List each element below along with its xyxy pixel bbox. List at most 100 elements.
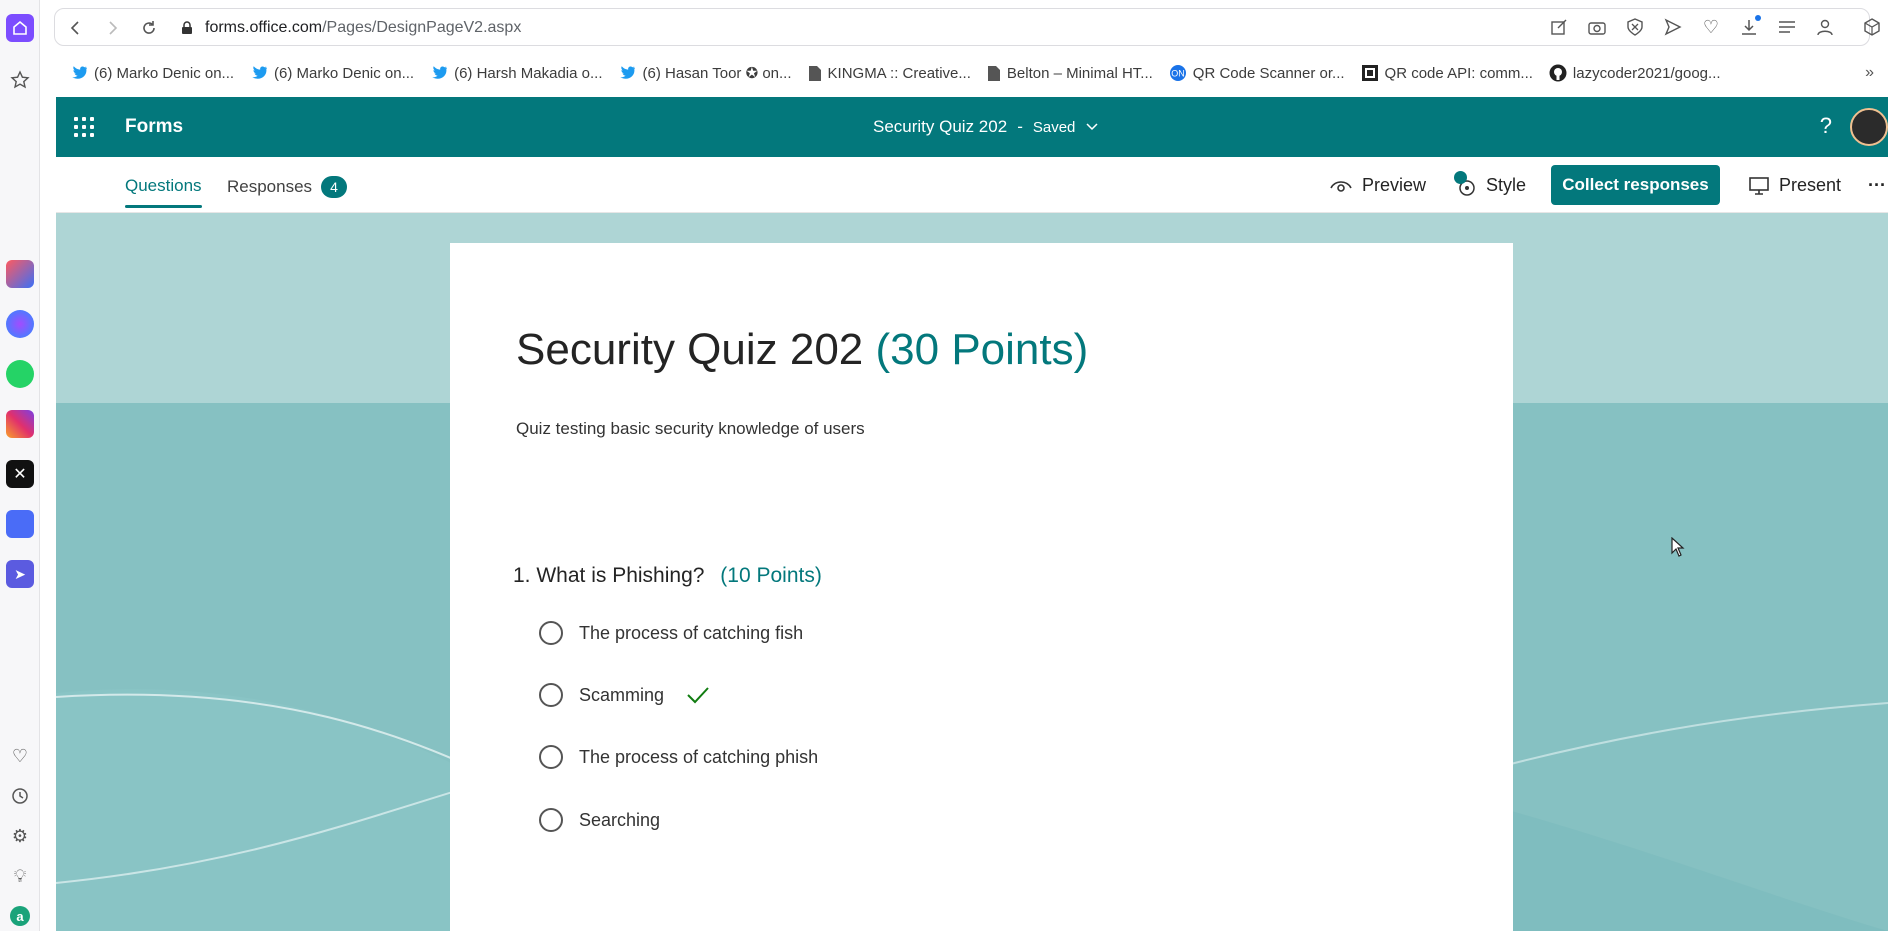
- send-app-icon[interactable]: ➤: [6, 560, 34, 588]
- address-bar[interactable]: forms.office.com/Pages/DesignPageV2.aspx…: [54, 8, 1870, 46]
- radio-button[interactable]: [539, 621, 563, 645]
- radio-button[interactable]: [539, 745, 563, 769]
- mouse-cursor-icon: [1671, 537, 1685, 557]
- aria-app-icon[interactable]: [6, 260, 34, 288]
- lock-icon[interactable]: [177, 18, 197, 38]
- answer-option[interactable]: The process of catching phish: [539, 745, 818, 769]
- browser-sidebar: ✕ ➤ ♡ ⚙ 💡︎ a: [0, 0, 40, 931]
- bookmark-item[interactable]: (6) Harsh Makadia o...: [430, 65, 602, 82]
- heart-toolbar-icon[interactable]: ♡: [1701, 17, 1721, 37]
- forward-icon[interactable]: [103, 18, 123, 38]
- back-icon[interactable]: [65, 18, 85, 38]
- bookmark-item[interactable]: KINGMA :: Creative...: [808, 65, 971, 82]
- download-icon[interactable]: [1739, 15, 1761, 37]
- app-launcher-icon[interactable]: [74, 117, 94, 137]
- tab-responses-label: Responses: [227, 177, 313, 196]
- app-name[interactable]: Forms: [125, 116, 183, 138]
- bookmark-item[interactable]: lazycoder2021/goog...: [1549, 64, 1721, 82]
- camera-icon[interactable]: [1587, 17, 1607, 37]
- command-bar: Questions Responses 4 Preview Style Coll…: [56, 157, 1888, 213]
- browser-toolbar: forms.office.com/Pages/DesignPageV2.aspx…: [40, 0, 1888, 54]
- title-separator: -: [1017, 117, 1023, 136]
- extensions-icon[interactable]: [1862, 17, 1882, 37]
- form-title[interactable]: Security Quiz 202 (30 Points): [516, 325, 1088, 375]
- heart-icon[interactable]: ♡: [6, 742, 34, 770]
- twitter-icon: [620, 66, 636, 79]
- option-label: The process of catching phish: [579, 746, 819, 767]
- eye-icon: [1330, 180, 1352, 192]
- url-text[interactable]: forms.office.com/Pages/DesignPageV2.aspx: [205, 19, 521, 37]
- reload-icon[interactable]: [139, 18, 159, 38]
- answer-option[interactable]: Searching: [539, 808, 660, 832]
- forms-header: Forms Security Quiz 202 - Saved ?: [56, 97, 1888, 157]
- svg-text:ON: ON: [1171, 69, 1185, 79]
- twitter-icon: [252, 66, 268, 79]
- question-title[interactable]: 1. What is Phishing? (10 Points): [513, 564, 822, 588]
- edit-page-icon[interactable]: [1549, 17, 1569, 37]
- home-icon[interactable]: [6, 14, 34, 42]
- bookmark-item[interactable]: (6) Marko Denic on...: [250, 65, 414, 82]
- twitter-icon: [432, 66, 448, 79]
- doc-title-text: Security Quiz 202: [873, 117, 1008, 136]
- instagram-icon[interactable]: [6, 410, 34, 438]
- palette-icon: [1454, 170, 1476, 196]
- document-icon: [808, 65, 821, 81]
- style-button[interactable]: Style: [1454, 170, 1527, 196]
- star-icon[interactable]: [6, 66, 34, 94]
- tab-menu-icon[interactable]: [1777, 17, 1797, 37]
- bookmark-item[interactable]: (6) Marko Denic on...: [70, 65, 234, 82]
- chevron-down-icon: [1086, 123, 1098, 131]
- help-icon[interactable]: ?: [1820, 113, 1832, 139]
- form-description[interactable]: Quiz testing basic security knowledge of…: [516, 419, 865, 439]
- twitter-icon: [72, 66, 87, 79]
- document-title[interactable]: Security Quiz 202 - Saved: [873, 117, 1099, 137]
- aria-logo-icon[interactable]: a: [6, 902, 34, 930]
- option-label: Scamming: [579, 684, 665, 705]
- monitor-icon: [1749, 176, 1769, 195]
- form-card: Security Quiz 202 (30 Points) Quiz testi…: [450, 243, 1513, 931]
- option-label: Searching: [579, 809, 661, 830]
- avatar[interactable]: [1850, 108, 1888, 146]
- bookmark-item[interactable]: QR code API: comm...: [1361, 64, 1533, 82]
- style-label: Style: [1486, 175, 1527, 195]
- adblock-icon[interactable]: [1625, 17, 1645, 37]
- question-points: (10 Points): [720, 564, 822, 587]
- x-twitter-icon[interactable]: ✕: [6, 460, 34, 488]
- messenger-icon[interactable]: [6, 310, 34, 338]
- player-app-icon[interactable]: [6, 510, 34, 538]
- send-icon[interactable]: [1663, 17, 1683, 37]
- profile-icon[interactable]: [1815, 17, 1835, 37]
- present-label: Present: [1779, 175, 1842, 195]
- tab-questions[interactable]: Questions: [125, 176, 202, 208]
- qr-code-icon: [1361, 65, 1378, 81]
- document-icon: [987, 65, 1000, 81]
- form-title-text: Security Quiz 202: [516, 325, 864, 374]
- form-total-points: (30 Points): [875, 325, 1089, 374]
- save-status: Saved: [1032, 118, 1076, 136]
- answer-option[interactable]: The process of catching fish: [539, 621, 803, 645]
- bookmark-item[interactable]: ON QR Code Scanner or...: [1169, 64, 1345, 82]
- answer-option[interactable]: Scamming: [539, 683, 710, 707]
- more-bookmarks-icon[interactable]: »: [1865, 64, 1874, 82]
- bookmark-item[interactable]: (6) Hasan Toor ✪ on...: [618, 64, 792, 82]
- lightbulb-icon[interactable]: 💡︎: [6, 862, 34, 890]
- tab-responses[interactable]: Responses 4: [227, 176, 347, 198]
- correct-answer-check-icon: [687, 687, 709, 704]
- preview-button[interactable]: Preview: [1330, 175, 1426, 196]
- settings-icon[interactable]: ⚙: [6, 822, 34, 850]
- present-button[interactable]: Present: [1749, 175, 1841, 196]
- option-label: The process of catching fish: [579, 622, 804, 643]
- github-icon: [1549, 64, 1567, 82]
- bookmarks-bar: (6) Marko Denic on... (6) Marko Denic on…: [40, 54, 1888, 92]
- bookmark-item[interactable]: Belton – Minimal HT...: [987, 65, 1153, 82]
- more-options-icon[interactable]: ···: [1868, 175, 1886, 196]
- radio-button[interactable]: [539, 808, 563, 832]
- radio-button[interactable]: [539, 683, 563, 707]
- qr-scanner-icon: ON: [1169, 65, 1186, 81]
- collect-responses-button[interactable]: Collect responses: [1551, 165, 1720, 205]
- preview-label: Preview: [1362, 175, 1427, 195]
- whatsapp-icon[interactable]: [6, 360, 34, 388]
- history-icon[interactable]: [6, 782, 34, 810]
- question-text: 1. What is Phishing?: [513, 564, 705, 587]
- responses-count-badge: 4: [321, 176, 347, 198]
